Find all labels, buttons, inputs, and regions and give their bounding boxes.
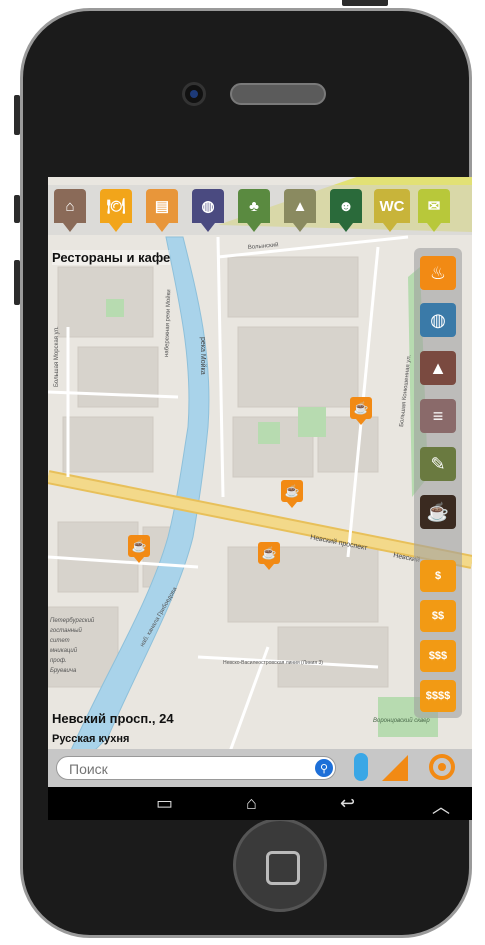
microphone-icon[interactable] <box>354 753 368 781</box>
subcategory-mountain[interactable]: ▲ <box>420 351 456 385</box>
map-label-morskaya: Большая Морская ул. <box>54 326 60 387</box>
category-ticket[interactable]: ✉ <box>418 189 450 232</box>
subcategory-grill[interactable]: ✎ <box>420 447 456 481</box>
category-park[interactable]: ♣ <box>238 189 270 232</box>
recent-apps-icon[interactable]: ▭ <box>156 793 173 814</box>
price-level-3[interactable]: $$$ <box>420 640 456 672</box>
museum-icon: ⌂ <box>65 197 75 215</box>
restaurant-icon: 🍽 <box>106 198 126 215</box>
map-label-river: река Мойка <box>199 337 207 375</box>
speaker-grille <box>230 83 326 105</box>
category-fastfood[interactable]: ▤ <box>146 189 178 232</box>
wc-icon: WC <box>379 197 405 215</box>
selected-cuisine: Русская кухня <box>52 733 130 745</box>
category-globe[interactable]: ◍ <box>192 189 224 232</box>
selected-address: Невский просп., 24 <box>52 711 174 726</box>
category-monument[interactable]: ▲ <box>284 189 316 232</box>
app-screen: река Мойка набережная реки Мойки Большая… <box>48 177 472 820</box>
category-title: Рестораны и кафе <box>52 250 171 265</box>
cafe-icon: ☕ <box>426 501 450 522</box>
volume-mid-button <box>14 195 20 223</box>
navigate-arrow-icon[interactable] <box>382 755 408 781</box>
bottom-toolbar: ⚲ <box>48 749 472 787</box>
restaurant-pin[interactable]: ☕ <box>281 480 303 508</box>
world-cuisine-icon: ◍ <box>430 309 446 330</box>
price-level-4[interactable]: $$$$ <box>420 680 456 712</box>
power-button <box>342 0 388 6</box>
map-label-vorontsov: Воронцовский сквер <box>373 717 430 724</box>
cafe-icon: ☕ <box>131 539 147 553</box>
map-label-metro-line: Невско-Василеостровская линия (Линия 3) <box>223 660 323 666</box>
price-level-2[interactable]: $$ <box>420 600 456 632</box>
globe-icon: ◍ <box>201 198 215 215</box>
category-restaurant[interactable]: 🍽 <box>100 189 132 232</box>
price-level-1[interactable]: $ <box>420 560 456 592</box>
category-wc[interactable]: WC <box>374 189 410 232</box>
system-nav-bar: ▭ ⌂ ↩ ︿ <box>48 787 472 820</box>
category-kids[interactable]: ☻ <box>330 189 362 232</box>
subcategory-cafe[interactable]: ☕ <box>420 495 456 529</box>
kids-icon: ☻ <box>338 197 354 215</box>
cafe-icon: ☕ <box>261 546 277 560</box>
cafe-icon: ☕ <box>284 484 300 498</box>
grill-icon: ✎ <box>430 453 446 474</box>
home-button[interactable] <box>233 818 327 912</box>
chevron-up-icon[interactable]: ︿ <box>432 793 450 819</box>
fastfood-icon: ▤ <box>154 198 170 215</box>
subcategory-teapot[interactable]: ♨ <box>420 256 456 290</box>
subcategory-world[interactable]: ◍ <box>420 303 456 337</box>
cafe-icon: ☕ <box>353 401 369 415</box>
category-museum[interactable]: ⌂ <box>54 189 86 232</box>
volume-up-button <box>14 95 20 135</box>
monument-icon: ▲ <box>292 197 308 215</box>
front-camera <box>182 82 206 106</box>
home-icon[interactable]: ⌂ <box>246 793 257 814</box>
ticket-icon: ✉ <box>427 198 441 215</box>
mountain-cuisine-icon: ▲ <box>429 357 447 378</box>
park-icon: ♣ <box>249 197 259 215</box>
locate-me-icon[interactable] <box>429 754 455 780</box>
teapot-icon: ♨ <box>429 262 447 283</box>
back-icon[interactable]: ↩ <box>340 793 355 814</box>
search-box: ⚲ <box>56 756 336 780</box>
search-icon[interactable]: ⚲ <box>315 759 333 777</box>
restaurant-pin-selected[interactable]: ☕ <box>258 542 280 570</box>
restaurant-pin[interactable]: ☕ <box>128 535 150 563</box>
restaurant-pin[interactable]: ☕ <box>350 397 372 425</box>
search-input[interactable] <box>67 760 301 778</box>
volume-down-button <box>14 260 20 305</box>
subcategory-sushi[interactable]: ≡ <box>420 399 456 433</box>
sushi-icon: ≡ <box>432 405 444 426</box>
subcategory-panel: ♨ ◍ ▲ ≡ ✎ ☕ $ $$ $$$ $$$$ <box>414 248 462 718</box>
